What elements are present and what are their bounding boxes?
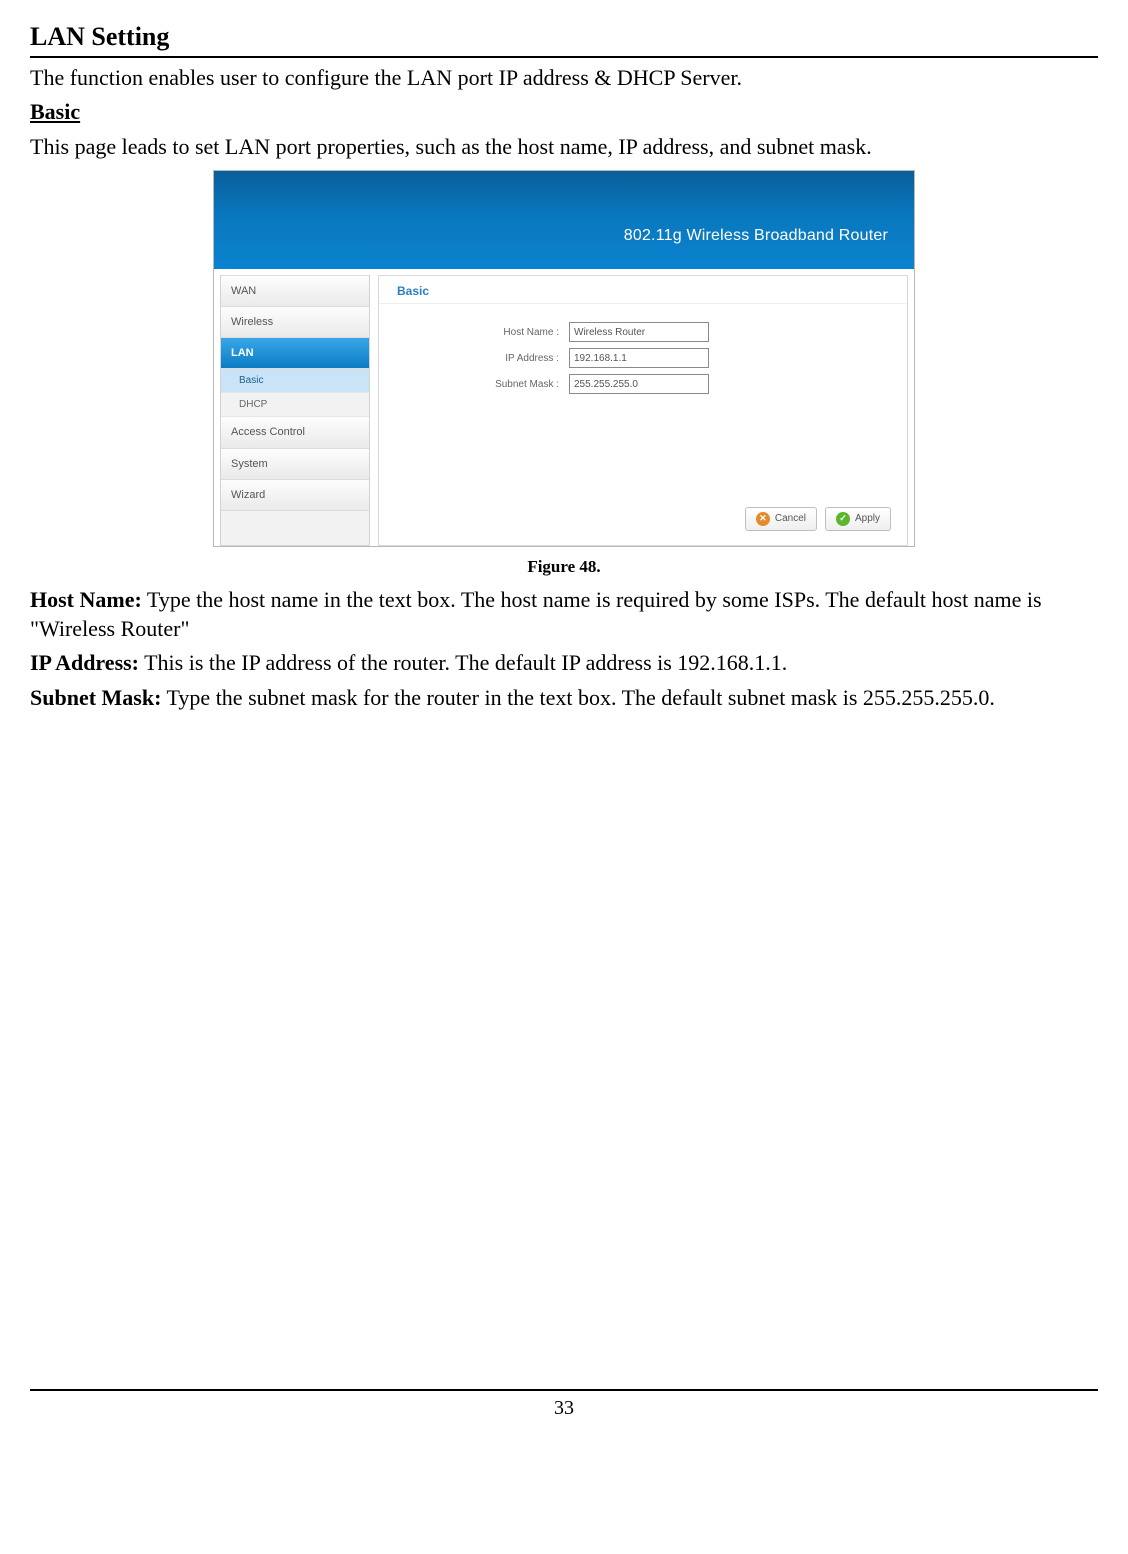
cancel-icon: ✕ — [756, 512, 770, 526]
section-basic-desc: This page leads to set LAN port properti… — [30, 133, 1098, 162]
sidebar-sub-basic[interactable]: Basic — [221, 369, 369, 393]
ip-address-paragraph: IP Address: This is the IP address of th… — [30, 649, 1098, 678]
subnet-mask-paragraph: Subnet Mask: Type the subnet mask for th… — [30, 684, 1098, 713]
footer-rule — [30, 1389, 1098, 1391]
host-name-input[interactable] — [569, 322, 709, 342]
router-banner: 802.11g Wireless Broadband Router — [214, 171, 914, 269]
figure-caption: Figure 48. — [30, 556, 1098, 578]
cancel-button-label: Cancel — [775, 512, 806, 525]
subnet-mask-input[interactable] — [569, 374, 709, 394]
subnet-mask-label: Subnet Mask : — [379, 378, 569, 391]
host-name-term: Host Name: — [30, 587, 142, 612]
page-number: 33 — [30, 1395, 1098, 1421]
ip-address-desc: This is the IP address of the router. Th… — [139, 650, 787, 675]
apply-icon: ✓ — [836, 512, 850, 526]
ip-address-label: IP Address : — [379, 352, 569, 365]
page-spacer — [30, 719, 1098, 1389]
section-basic-heading: Basic — [30, 98, 1098, 127]
router-sidebar: WAN Wireless LAN Basic DHCP Access Contr… — [220, 275, 370, 546]
sidebar-item-lan[interactable]: LAN — [221, 338, 369, 369]
panel-title: Basic — [379, 276, 907, 305]
sidebar-item-system[interactable]: System — [221, 449, 369, 480]
title-rule — [30, 56, 1098, 58]
ip-address-term: IP Address: — [30, 650, 139, 675]
ip-address-input[interactable] — [569, 348, 709, 368]
sidebar-item-wizard[interactable]: Wizard — [221, 480, 369, 511]
cancel-button[interactable]: ✕ Cancel — [745, 507, 817, 531]
router-screenshot: 802.11g Wireless Broadband Router WAN Wi… — [213, 170, 915, 547]
apply-button-label: Apply — [855, 512, 880, 525]
sidebar-item-wireless[interactable]: Wireless — [221, 307, 369, 338]
figure-container: 802.11g Wireless Broadband Router WAN Wi… — [30, 170, 1098, 555]
sidebar-item-access-control[interactable]: Access Control — [221, 417, 369, 448]
host-name-desc: Type the host name in the text box. The … — [30, 587, 1042, 641]
intro-text: The function enables user to configure t… — [30, 64, 1098, 93]
router-main-panel: Basic Host Name : IP Address : Subnet Ma… — [378, 275, 908, 546]
sidebar-sub-dhcp[interactable]: DHCP — [221, 393, 369, 417]
page-title: LAN Setting — [30, 20, 1098, 54]
host-name-paragraph: Host Name: Type the host name in the tex… — [30, 586, 1098, 643]
subnet-mask-desc: Type the subnet mask for the router in t… — [161, 685, 995, 710]
sidebar-item-wan[interactable]: WAN — [221, 275, 369, 307]
apply-button[interactable]: ✓ Apply — [825, 507, 891, 531]
host-name-label: Host Name : — [379, 326, 569, 339]
subnet-mask-term: Subnet Mask: — [30, 685, 161, 710]
router-banner-text: 802.11g Wireless Broadband Router — [624, 226, 888, 247]
